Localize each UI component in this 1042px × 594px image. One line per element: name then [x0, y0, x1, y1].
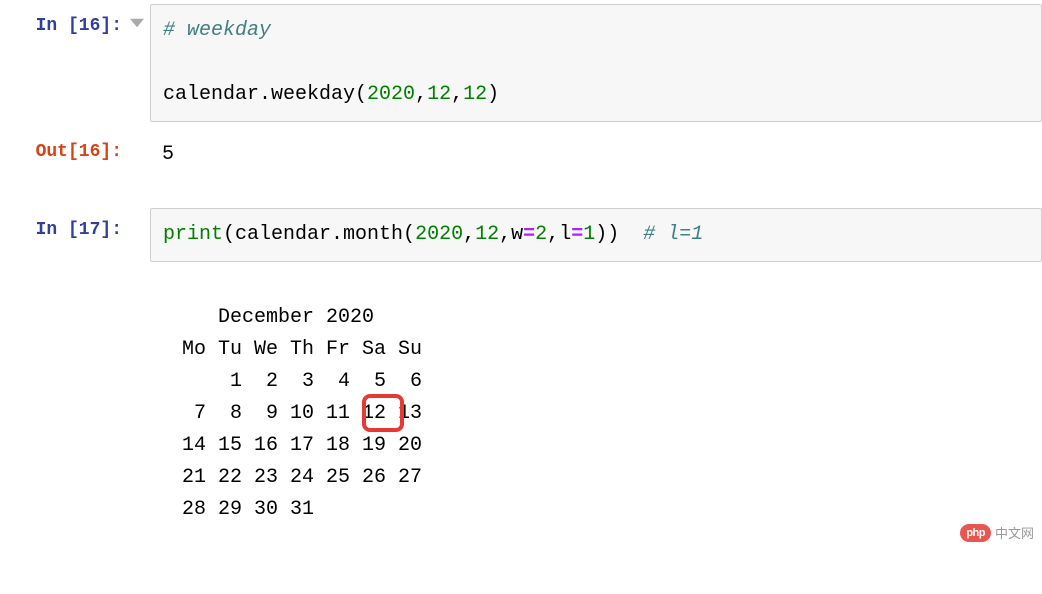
output-value: 5	[150, 130, 1042, 180]
collapse-toggle[interactable]	[130, 4, 150, 33]
output-prompt: Out[16]:	[0, 130, 130, 165]
output-cell-17: December 2020 Mo Tu We Th Fr Sa Su 1 2 3…	[0, 266, 1042, 594]
watermark: php 中文网	[960, 523, 1034, 542]
output-cell-16: Out[16]: 5	[0, 126, 1042, 184]
chevron-down-icon	[130, 16, 144, 30]
code-cell-17: In [17]: print(calendar.month(2020,12,w=…	[0, 204, 1042, 266]
code-input[interactable]: # weekday calendar.weekday(2020,12,12)	[150, 4, 1042, 122]
comment: # weekday	[163, 19, 271, 42]
stdout-output: December 2020 Mo Tu We Th Fr Sa Su 1 2 3…	[150, 270, 422, 590]
watermark-text: 中文网	[995, 523, 1034, 542]
input-prompt: In [16]:	[0, 4, 130, 39]
calendar-text: December 2020 Mo Tu We Th Fr Sa Su 1 2 3…	[182, 306, 422, 521]
code-cell-16: In [16]: # weekday calendar.weekday(2020…	[0, 0, 1042, 126]
code-text: calendar.weekday(	[163, 83, 367, 106]
php-badge-icon: php	[960, 524, 991, 542]
code-input[interactable]: print(calendar.month(2020,12,w=2,l=1)) #…	[150, 208, 1042, 262]
input-prompt: In [17]:	[0, 208, 130, 243]
